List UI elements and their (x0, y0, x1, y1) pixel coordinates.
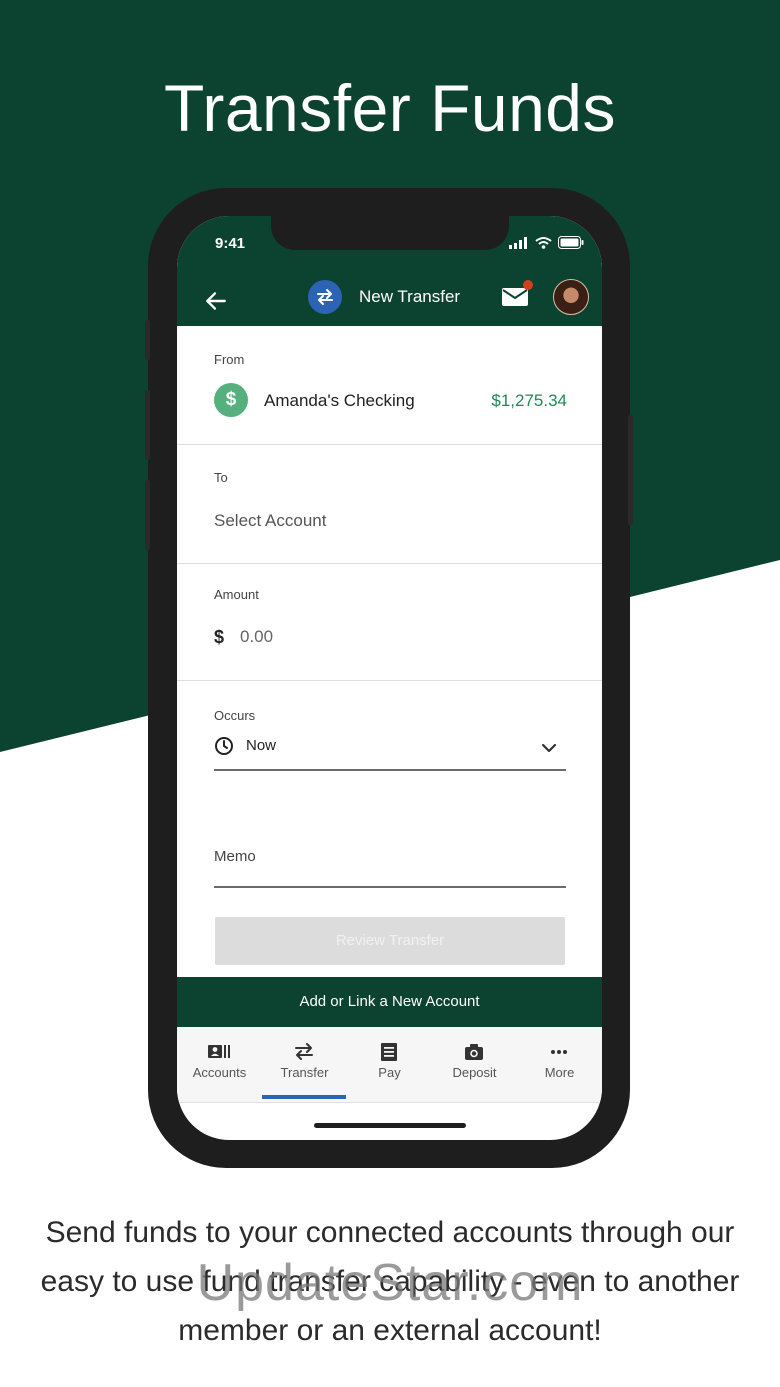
tab-transfer[interactable]: Transfer (262, 1027, 347, 1102)
to-label: To (214, 470, 228, 485)
tab-label: Pay (378, 1065, 401, 1080)
phone-button (145, 390, 150, 460)
more-icon (551, 1050, 567, 1054)
status-time: 9:41 (215, 235, 246, 252)
tab-accounts[interactable]: Accounts (177, 1027, 262, 1102)
bottom-tab-bar: Accounts Transfer Pay Deposit More (177, 1027, 602, 1103)
add-link-account-button[interactable]: Add or Link a New Account (177, 977, 602, 1027)
transfer-icon (308, 280, 342, 314)
battery-icon (558, 236, 584, 249)
from-section[interactable]: From $ Amanda's Checking $1,275.34 (177, 326, 602, 445)
watermark: UpdateStar.com (196, 1254, 584, 1312)
from-account-name: Amanda's Checking (264, 391, 415, 410)
amount-label: Amount (214, 587, 259, 602)
clock-icon (215, 737, 233, 755)
dollar-icon: $ (214, 383, 248, 417)
tab-deposit[interactable]: Deposit (432, 1027, 517, 1102)
occurs-label: Occurs (214, 708, 256, 723)
from-label: From (214, 352, 245, 367)
phone-notch (271, 216, 509, 250)
back-arrow-icon[interactable] (203, 288, 229, 314)
phone-button (145, 480, 150, 550)
avatar[interactable] (553, 279, 589, 315)
tab-more[interactable]: More (517, 1027, 602, 1102)
status-icons (509, 236, 584, 249)
phone-button (145, 320, 150, 360)
home-indicator (314, 1123, 466, 1128)
review-transfer-button[interactable]: Review Transfer (215, 917, 565, 965)
occurs-value: Now (246, 737, 277, 754)
from-account-balance: $1,275.34 (491, 391, 567, 410)
currency-symbol: $ (214, 627, 225, 647)
chevron-down-icon (541, 743, 557, 753)
tab-label: Deposit (452, 1065, 497, 1080)
amount-input[interactable]: 0.00 (240, 627, 273, 647)
phone-button (628, 415, 633, 525)
signal-icon (509, 236, 527, 249)
page-title: New Transfer (359, 287, 461, 306)
occurs-dropdown[interactable]: Now (214, 735, 566, 771)
phone-screen: 9:41 New Transfer From $ Amanda's Checki… (177, 216, 602, 1140)
tab-pay[interactable]: Pay (347, 1027, 432, 1102)
to-section[interactable]: To Select Account (177, 445, 602, 564)
wifi-icon (535, 237, 552, 249)
amount-section[interactable]: Amount $ 0.00 (177, 564, 602, 681)
promo-headline: Transfer Funds (163, 71, 617, 145)
memo-field[interactable]: Memo (214, 848, 566, 888)
accounts-icon (208, 1045, 230, 1058)
app-bar: New Transfer (177, 276, 602, 326)
notification-dot (523, 280, 533, 290)
memo-label: Memo (214, 848, 256, 865)
tab-label: Transfer (280, 1065, 329, 1080)
tab-label: Accounts (192, 1065, 247, 1080)
to-account-select[interactable]: Select Account (214, 511, 326, 531)
tab-label: More (544, 1065, 575, 1080)
active-tab-indicator (262, 1095, 346, 1099)
camera-icon (465, 1044, 483, 1060)
transfer-icon (295, 1043, 313, 1060)
pay-icon (381, 1043, 397, 1061)
